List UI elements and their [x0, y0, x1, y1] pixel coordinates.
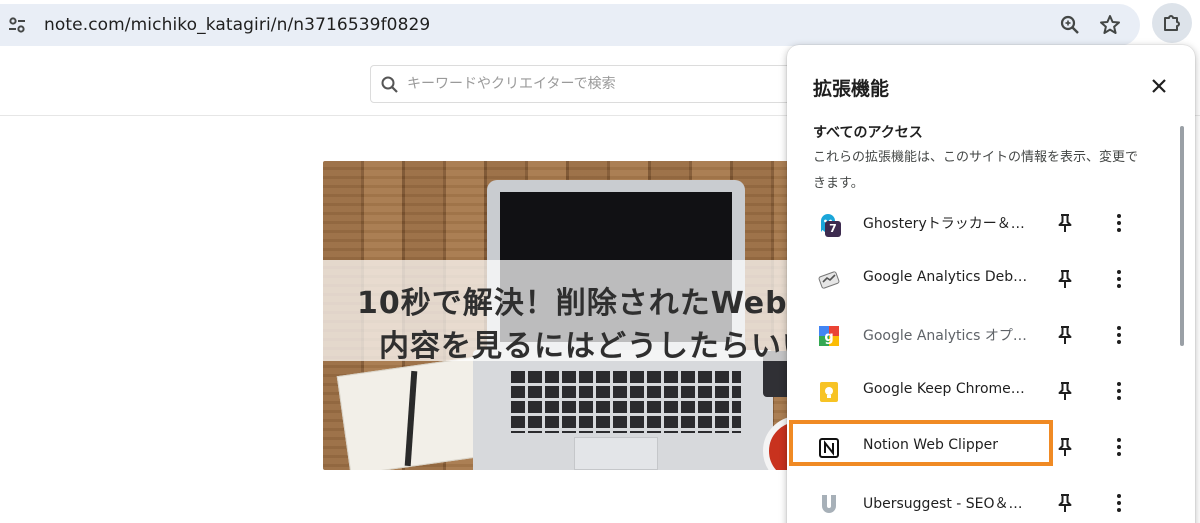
extension-item-ghostery[interactable]: 7 Ghosteryトラッカー＆広告… — [787, 195, 1195, 251]
ghostery-badge: 7 — [825, 221, 841, 237]
more-vert-icon[interactable] — [1107, 435, 1131, 459]
extension-item-ubersuggest[interactable]: Ubersuggest - SEO＆キ… — [787, 475, 1195, 523]
notion-icon — [817, 436, 841, 460]
analytics-debugger-icon — [817, 268, 841, 292]
extension-item-ga-debugger[interactable]: Google Analytics Debu… — [787, 251, 1195, 307]
extension-name: Google Analytics Debu… — [863, 269, 1033, 285]
extension-name: Google Analytics オプト… — [863, 328, 1033, 344]
pin-icon[interactable] — [1053, 379, 1077, 403]
magnifier-icon[interactable] — [1058, 13, 1082, 37]
ubersuggest-icon — [817, 492, 841, 516]
tune-icon[interactable] — [4, 12, 30, 38]
article-eyecatch-image: 10秒で解決！削除されたWebペ 内容を見るにはどうしたらいい — [323, 161, 793, 470]
browser-toolbar: note.com/michiko_katagiri/n/n3716539f082… — [0, 0, 1200, 50]
google-g-icon: g — [817, 324, 841, 348]
pin-icon[interactable] — [1053, 267, 1077, 291]
extension-name: Notion Web Clipper — [863, 437, 998, 453]
extensions-button[interactable] — [1152, 3, 1192, 43]
extension-item-notion[interactable]: Notion Web Clipper — [787, 419, 1195, 475]
hero-title-line2: 内容を見るにはどうしたらいい — [379, 329, 793, 364]
site-search-box[interactable] — [370, 65, 820, 103]
ghostery-icon: 7 — [817, 212, 841, 237]
section-heading: すべてのアクセス — [813, 125, 923, 141]
section-description: これらの拡張機能は、このサイトの情報を表示、変更できます。 — [813, 150, 1139, 191]
pin-icon[interactable] — [1053, 491, 1077, 515]
search-input[interactable] — [407, 74, 787, 94]
extension-name: Ubersuggest - SEO＆キ… — [863, 496, 1033, 512]
extensions-popup: 拡張機能 すべてのアクセス これらの拡張機能は、このサイトの情報を表示、変更でき… — [787, 45, 1195, 523]
pin-icon[interactable] — [1053, 435, 1077, 459]
search-icon — [381, 76, 398, 93]
more-vert-icon[interactable] — [1107, 211, 1131, 235]
extension-name: Ghosteryトラッカー＆広告… — [863, 216, 1033, 232]
extension-item-ga-optout[interactable]: g Google Analytics オプト… — [787, 307, 1195, 363]
more-vert-icon[interactable] — [1107, 323, 1131, 347]
google-keep-icon — [817, 380, 841, 404]
extension-item-google-keep[interactable]: Google Keep Chrome… — [787, 363, 1195, 419]
more-vert-icon[interactable] — [1107, 267, 1131, 291]
close-icon[interactable] — [1147, 74, 1171, 98]
more-vert-icon[interactable] — [1107, 491, 1131, 515]
extension-name: Google Keep Chrome… — [863, 381, 1025, 397]
url-text[interactable]: note.com/michiko_katagiri/n/n3716539f082… — [44, 15, 430, 35]
more-vert-icon[interactable] — [1107, 379, 1131, 403]
svg-text:g: g — [824, 330, 833, 345]
omnibox[interactable]: note.com/michiko_katagiri/n/n3716539f082… — [0, 4, 1140, 46]
pin-icon[interactable] — [1053, 211, 1077, 235]
pin-icon[interactable] — [1053, 323, 1077, 347]
star-icon[interactable] — [1098, 13, 1122, 37]
puzzle-icon — [1164, 15, 1180, 31]
popup-title: 拡張機能 — [813, 78, 890, 100]
hero-title-line1: 10秒で解決！削除されたWebペ — [357, 286, 793, 321]
